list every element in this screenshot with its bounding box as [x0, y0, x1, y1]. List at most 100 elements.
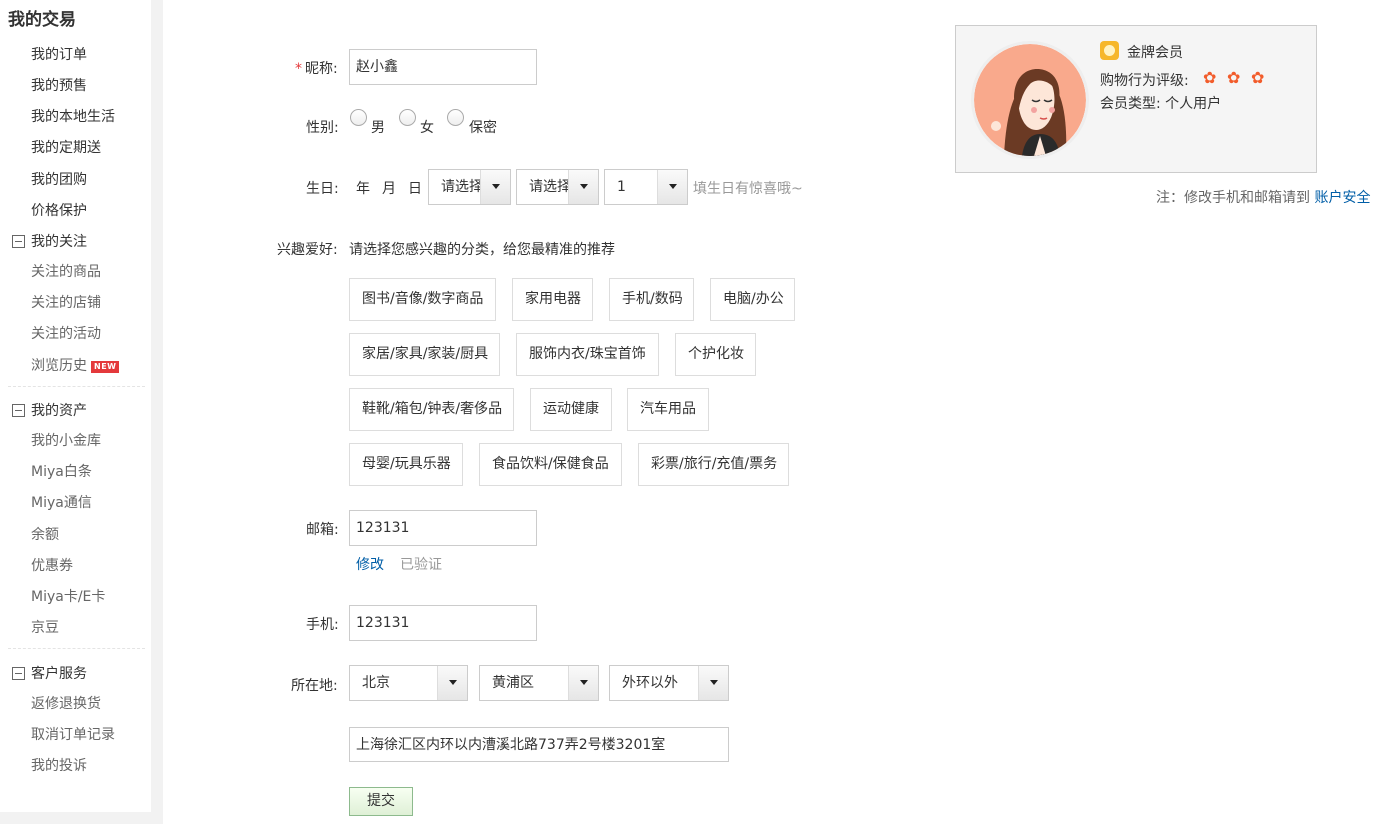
interest-tag-phones[interactable]: 手机/数码: [609, 278, 694, 321]
sidebar-item-beans[interactable]: 京豆: [31, 617, 59, 637]
interest-tag-home[interactable]: 家居/家具/家装/厨具: [349, 333, 500, 376]
avatar[interactable]: [971, 41, 1089, 159]
sidebar-item-orders[interactable]: 我的订单: [31, 44, 87, 64]
address-input[interactable]: 上海徐汇区内环以内漕溪北路737弄2号楼3201室: [349, 727, 729, 762]
gender-radio-male[interactable]: [350, 109, 367, 126]
collapse-icon[interactable]: [12, 666, 25, 680]
interest-tag-lottery-travel[interactable]: 彩票/旅行/充值/票务: [638, 443, 789, 486]
rating-flower-icon: ✿: [1227, 68, 1241, 87]
note-text: 注：修改手机和邮箱请到: [1156, 190, 1310, 206]
interest-tag-shoes-bags[interactable]: 鞋靴/箱包/钟表/奢侈品: [349, 388, 514, 431]
dropdown-arrow-icon[interactable]: [698, 666, 728, 700]
gender-radio-secret[interactable]: [447, 109, 464, 126]
sidebar-item-followed-shops[interactable]: 关注的店铺: [31, 292, 101, 312]
sidebar-item-telecom[interactable]: Miya通信: [31, 492, 92, 512]
interest-tag-auto[interactable]: 汽车用品: [627, 388, 709, 431]
collapse-icon[interactable]: [12, 403, 25, 417]
email-input[interactable]: 123131: [349, 510, 537, 546]
phone-label: 手机:: [306, 617, 339, 633]
interest-tag-appliances[interactable]: 家用电器: [512, 278, 593, 321]
sidebar-title: 我的交易: [8, 10, 76, 30]
sidebar-item-browse-history[interactable]: 浏览历史 NEW: [31, 355, 120, 375]
sidebar-item-balance[interactable]: 余额: [31, 524, 59, 544]
submit-button[interactable]: 提交: [349, 787, 413, 816]
sidebar-item-baitiao[interactable]: Miya白条: [31, 461, 92, 481]
gender-radio-female[interactable]: [399, 109, 416, 126]
dropdown-arrow-icon[interactable]: [568, 170, 598, 204]
dropdown-arrow-icon[interactable]: [480, 170, 510, 204]
interests-prompt: 请选择您感兴趣的分类，给您最精准的推荐: [349, 242, 615, 258]
province-select-value: 北京: [362, 675, 390, 691]
province-select[interactable]: 北京: [349, 665, 468, 701]
sidebar-item-scheduled-delivery[interactable]: 我的定期送: [31, 137, 101, 157]
sidebar-divider: [8, 386, 145, 387]
account-security-link[interactable]: 账户安全: [1314, 190, 1370, 206]
sidebar-item-group-buy[interactable]: 我的团购: [31, 169, 87, 189]
member-level-link[interactable]: 金牌会员: [1127, 42, 1183, 62]
dropdown-arrow-icon[interactable]: [657, 170, 687, 204]
sidebar-item-vault[interactable]: 我的小金库: [31, 430, 101, 450]
birthday-year-select[interactable]: 请选择: [428, 169, 511, 205]
sidebar-item-presale[interactable]: 我的预售: [31, 75, 87, 95]
birthday-day-select-value: 1: [617, 179, 626, 195]
birthday-label: 生日:: [306, 181, 339, 197]
bottom-strip: [0, 812, 163, 824]
interest-tag-beauty[interactable]: 个护化妆: [675, 333, 756, 376]
sidebar-item-cancelled-orders[interactable]: 取消订单记录: [31, 724, 115, 744]
interest-tag-books[interactable]: 图书/音像/数字商品: [349, 278, 496, 321]
interest-tag-apparel[interactable]: 服饰内衣/珠宝首饰: [516, 333, 659, 376]
district-select[interactable]: 黄浦区: [479, 665, 599, 701]
sidebar-item-followed-products[interactable]: 关注的商品: [31, 261, 101, 281]
sidebar-divider: [8, 648, 145, 649]
birthday-day-select[interactable]: 1: [604, 169, 688, 205]
avatar-illustration: [974, 44, 1086, 156]
sidebar-group-service-label: 客户服务: [31, 666, 87, 682]
member-type-label: 会员类型: 个人用户: [1100, 93, 1221, 113]
email-modify-link[interactable]: 修改: [356, 554, 384, 574]
sidebar-item-followed-activities[interactable]: 关注的活动: [31, 323, 101, 343]
gender-option-secret: 保密: [469, 120, 497, 136]
interest-tag-computers[interactable]: 电脑/办公: [710, 278, 795, 321]
gender-label: 性别:: [306, 120, 339, 136]
rating-flower-icon: ✿: [1251, 68, 1265, 87]
rating-flower-icon: ✿: [1203, 68, 1217, 87]
dropdown-arrow-icon[interactable]: [568, 666, 598, 700]
gender-option-male: 男: [371, 120, 385, 136]
birthday-month-select-value: 请选择: [529, 179, 569, 195]
birthday-day-unit: 日: [408, 181, 422, 197]
sidebar-group-assets[interactable]: 我的资产: [12, 400, 87, 420]
sidebar-gutter: [151, 0, 163, 824]
nickname-label: * 昵称:: [295, 58, 338, 78]
birthday-month-select[interactable]: 请选择: [516, 169, 599, 205]
gender-option-female: 女: [420, 120, 434, 136]
nickname-input[interactable]: 赵小鑫: [349, 49, 537, 85]
nickname-label-text: 昵称:: [305, 61, 338, 77]
sidebar-group-service[interactable]: 客户服务: [12, 663, 87, 683]
required-mark: *: [295, 61, 302, 77]
sidebar-item-complaints[interactable]: 我的投诉: [31, 755, 87, 775]
sidebar-item-local-life[interactable]: 我的本地生活: [31, 106, 115, 126]
sidebar-item-price-protection[interactable]: 价格保护: [31, 200, 87, 220]
sidebar-group-follow[interactable]: 我的关注: [12, 231, 87, 251]
sidebar: 我的交易 我的订单 我的预售 我的本地生活 我的定期送 我的团购 价格保护 我的…: [0, 0, 151, 812]
sidebar-item-returns[interactable]: 返修退换货: [31, 693, 101, 713]
new-badge: NEW: [91, 361, 120, 373]
sidebar-item-cards[interactable]: Miya卡/E卡: [31, 586, 105, 606]
collapse-icon[interactable]: [12, 234, 25, 248]
birthday-hint: 填生日有惊喜哦~: [693, 181, 803, 197]
interest-tag-food[interactable]: 食品饮料/保健食品: [479, 443, 622, 486]
birthday-month-unit: 月: [382, 181, 396, 197]
sidebar-group-assets-label: 我的资产: [31, 403, 87, 419]
member-type-value: 个人用户: [1165, 96, 1222, 112]
sidebar-item-browse-history-label: 浏览历史: [31, 358, 87, 374]
rating-label: 购物行为评级:: [1100, 73, 1189, 89]
account-security-note: 注：修改手机和邮箱请到 账户安全: [1156, 187, 1370, 207]
interest-tag-baby-toys[interactable]: 母婴/玩具乐器: [349, 443, 463, 486]
phone-input[interactable]: 123131: [349, 605, 537, 641]
area-select-value: 外环以外: [622, 675, 678, 691]
dropdown-arrow-icon[interactable]: [437, 666, 467, 700]
interest-tag-sports[interactable]: 运动健康: [530, 388, 612, 431]
sidebar-item-coupons[interactable]: 优惠券: [31, 555, 73, 575]
sidebar-group-follow-label: 我的关注: [31, 234, 87, 250]
area-select[interactable]: 外环以外: [609, 665, 729, 701]
